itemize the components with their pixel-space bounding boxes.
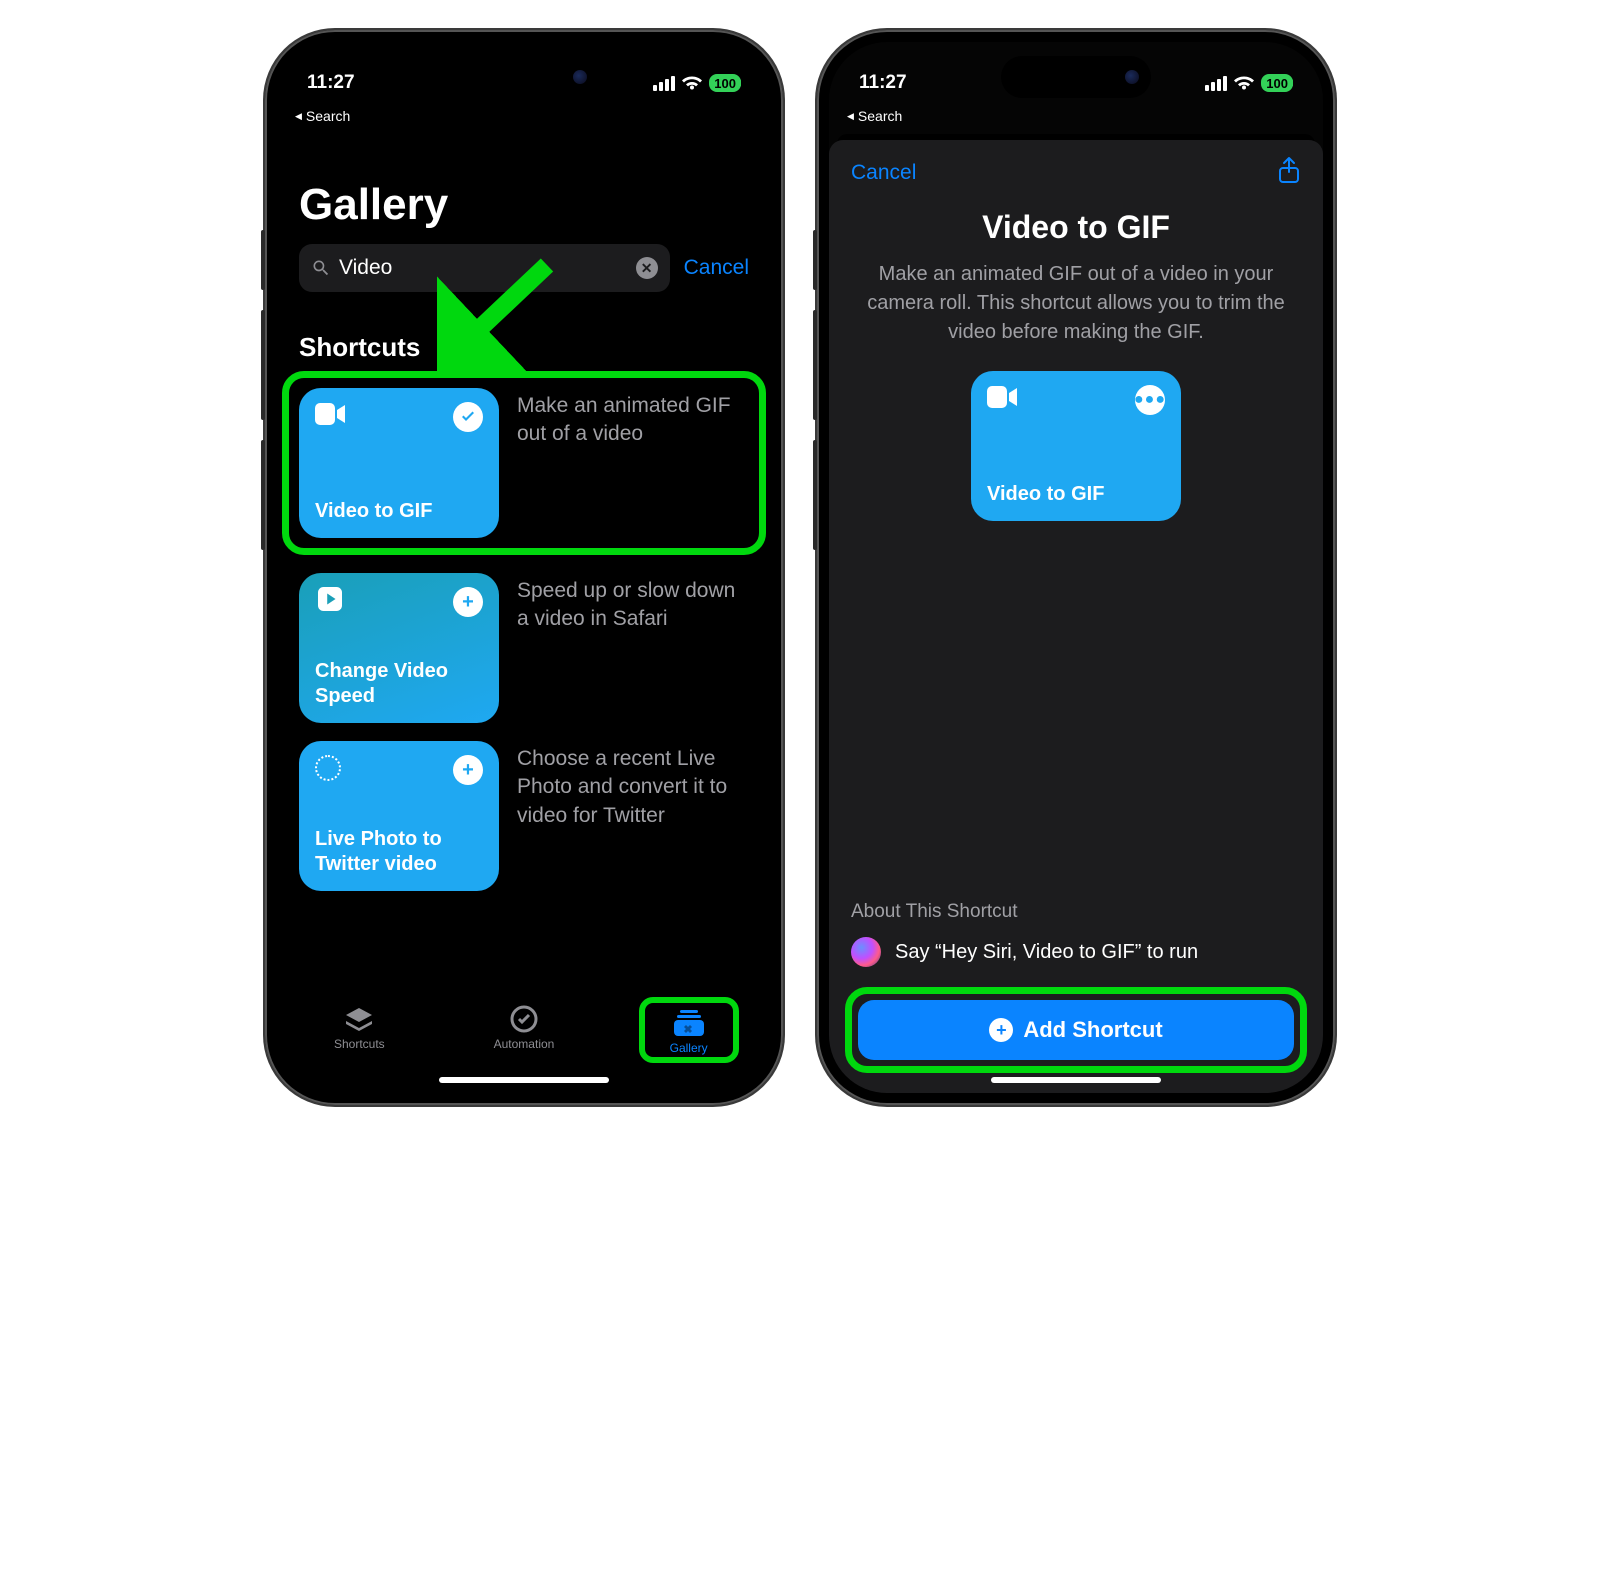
shortcut-card[interactable]: Video to GIF [299, 388, 499, 538]
annotation-arrow [437, 255, 557, 375]
home-indicator[interactable] [439, 1077, 609, 1083]
live-photo-icon [315, 755, 341, 781]
cancel-button[interactable]: Cancel [851, 161, 916, 185]
clear-icon[interactable]: ✕ [636, 257, 658, 279]
battery-icon: 100 [709, 74, 741, 92]
dynamic-island [449, 56, 599, 98]
shortcut-desc: Speed up or slow down a video in Safari [517, 573, 749, 634]
play-icon [315, 587, 345, 618]
shortcut-name: Video to GIF [315, 499, 483, 524]
phone-right: 11:27 100 Search Cancel Video to GIF [817, 30, 1335, 1105]
tab-shortcuts[interactable]: Shortcuts [309, 1005, 409, 1051]
plus-icon[interactable]: + [453, 755, 483, 785]
shortcut-name: Change Video Speed [315, 659, 483, 709]
shortcut-desc: Choose a recent Live Photo and convert i… [517, 741, 749, 830]
siri-hint: Say “Hey Siri, Video to GIF” to run [851, 937, 1301, 967]
video-icon [315, 402, 345, 433]
shortcut-detail-sheet: Cancel Video to GIF Make an animated GIF… [829, 140, 1323, 1093]
shortcut-row-live-photo[interactable]: + Live Photo to Twitter video Choose a r… [299, 741, 749, 891]
cellular-icon [653, 76, 675, 91]
page-title: Gallery [299, 130, 749, 244]
plus-icon[interactable]: + [453, 587, 483, 617]
phone-left: 11:27 100 Search Gallery [265, 30, 783, 1105]
dynamic-island [1001, 56, 1151, 98]
detail-title: Video to GIF [851, 209, 1301, 246]
stack-icon [344, 1005, 374, 1033]
wifi-icon [1234, 76, 1254, 91]
shortcut-card[interactable]: + Live Photo to Twitter video [299, 741, 499, 891]
battery-icon: 100 [1261, 74, 1293, 92]
add-shortcut-highlight: + Add Shortcut [845, 987, 1307, 1073]
shortcut-card[interactable]: + Change Video Speed [299, 573, 499, 723]
breadcrumb-back[interactable]: Search [829, 108, 1323, 130]
tab-gallery[interactable]: Gallery [639, 997, 739, 1063]
shortcut-row-video-to-gif[interactable]: Video to GIF Make an animated GIF out of… [282, 371, 766, 555]
shortcut-row-change-speed[interactable]: + Change Video Speed Speed up or slow do… [299, 573, 749, 723]
clock-check-icon [509, 1005, 539, 1033]
detail-desc: Make an animated GIF out of a video in y… [851, 260, 1301, 347]
check-icon [453, 402, 483, 432]
plus-icon: + [989, 1018, 1013, 1042]
tab-label: Automation [494, 1037, 555, 1051]
tab-automation[interactable]: Automation [474, 1005, 574, 1051]
status-time: 11:27 [307, 72, 355, 94]
tab-label: Shortcuts [334, 1037, 385, 1051]
more-icon[interactable]: ●●● [1135, 385, 1165, 415]
breadcrumb-back[interactable]: Search [277, 108, 771, 130]
gallery-icon [674, 1009, 704, 1037]
wifi-icon [682, 76, 702, 91]
search-cancel[interactable]: Cancel [684, 256, 749, 280]
tab-label: Gallery [670, 1041, 708, 1055]
add-shortcut-button[interactable]: + Add Shortcut [858, 1000, 1294, 1060]
search-icon [311, 258, 331, 278]
video-icon [987, 385, 1017, 416]
siri-icon [851, 937, 881, 967]
shortcut-name: Live Photo to Twitter video [315, 827, 483, 877]
detail-shortcut-card[interactable]: ●●● Video to GIF [971, 371, 1181, 521]
about-title: About This Shortcut [851, 901, 1301, 923]
home-indicator[interactable] [991, 1077, 1161, 1083]
add-label: Add Shortcut [1023, 1017, 1162, 1043]
share-icon[interactable] [1277, 156, 1301, 189]
shortcut-name: Video to GIF [987, 482, 1165, 507]
status-time: 11:27 [859, 72, 907, 94]
cellular-icon [1205, 76, 1227, 91]
siri-text: Say “Hey Siri, Video to GIF” to run [895, 941, 1198, 964]
shortcut-desc: Make an animated GIF out of a video [517, 388, 749, 449]
